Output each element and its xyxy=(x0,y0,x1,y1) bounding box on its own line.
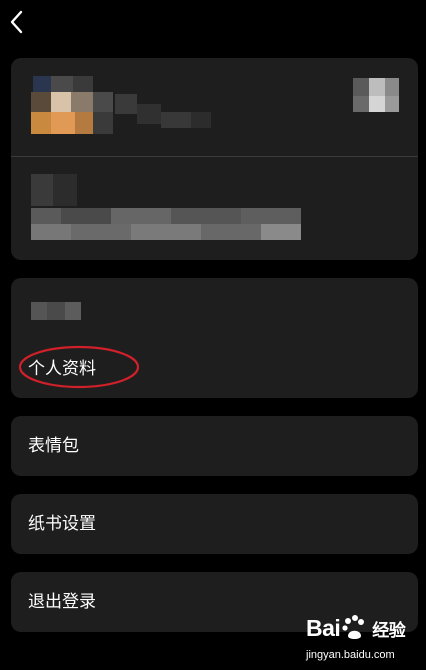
sticker-label: 表情包 xyxy=(28,436,79,455)
annotation-ellipse xyxy=(18,345,140,389)
profile-card[interactable] xyxy=(11,58,418,260)
baidu-jingyan-watermark: Bai 经验 jingyan.baidu.com xyxy=(306,615,422,667)
chevron-left-icon xyxy=(10,10,23,34)
account-info-card: 个人资料 xyxy=(11,278,418,398)
account-header-redacted xyxy=(31,302,81,320)
profile-detail-redacted xyxy=(31,174,301,244)
qr-redacted xyxy=(353,78,401,114)
back-button[interactable] xyxy=(6,8,30,36)
avatar-redacted xyxy=(25,70,115,140)
paper-book-settings-menu-item[interactable]: 纸书设置 xyxy=(11,494,418,554)
logout-label: 退出登录 xyxy=(28,592,96,611)
card-divider xyxy=(11,156,418,157)
paper-book-settings-label: 纸书设置 xyxy=(28,514,96,533)
paw-logo-icon xyxy=(342,615,364,639)
watermark-url: jingyan.baidu.com xyxy=(306,649,395,661)
username-redacted xyxy=(115,94,225,132)
sticker-menu-item[interactable]: 表情包 xyxy=(11,416,418,476)
